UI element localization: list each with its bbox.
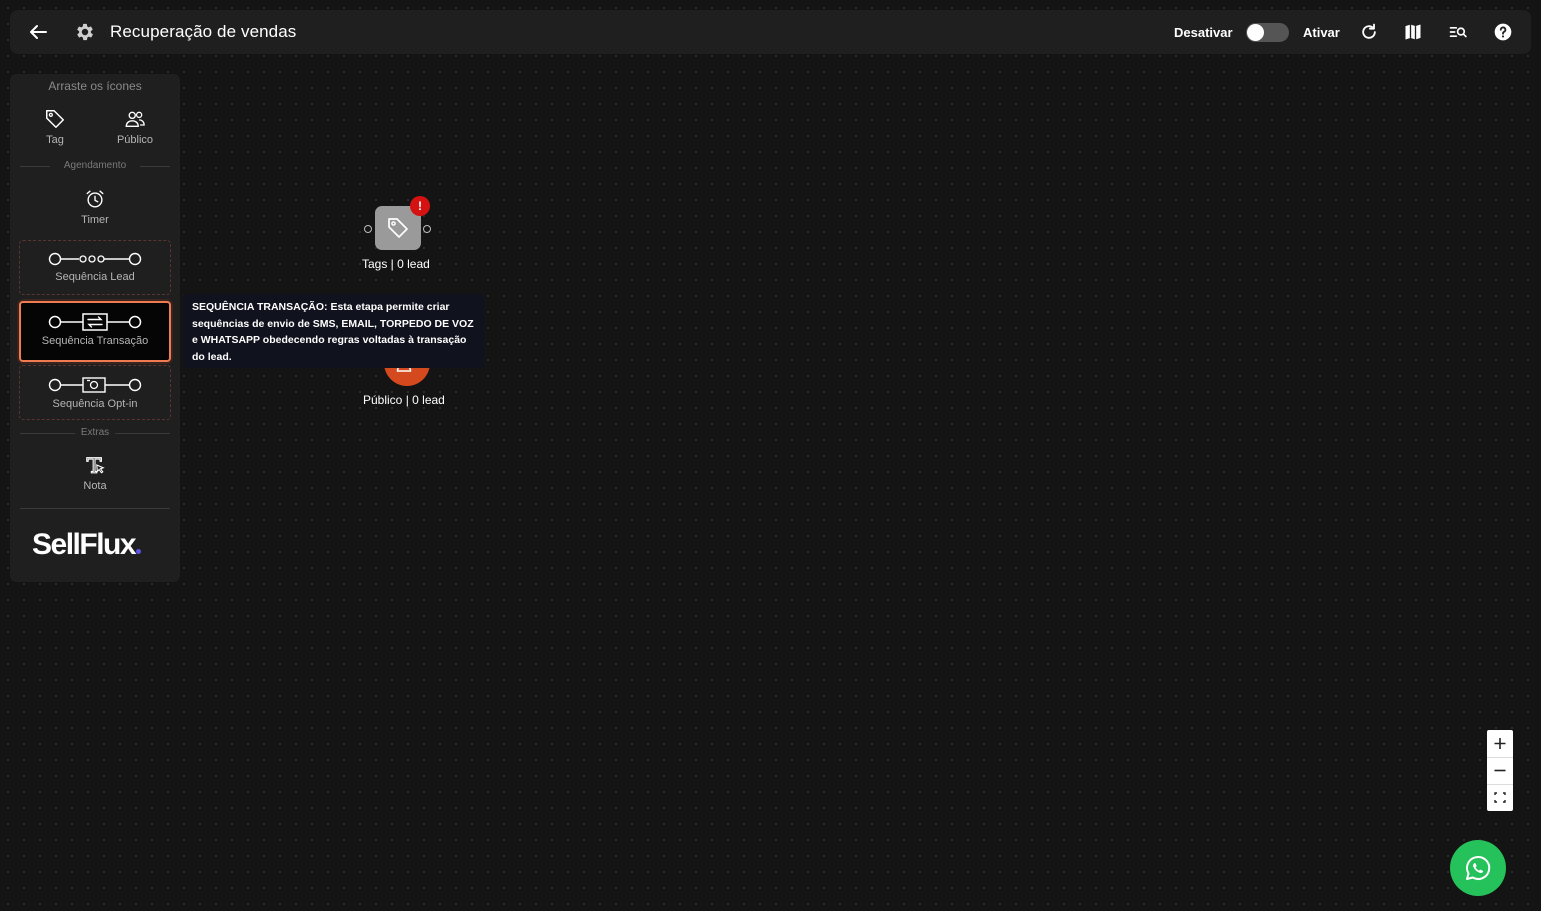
deactivate-label: Desativar (1174, 25, 1233, 40)
sequence-transaction-tooltip: SEQUÊNCIA TRANSAÇÃO: Esta etapa permite … (183, 294, 484, 368)
tool-sequencia-lead[interactable]: Sequência Lead (19, 240, 171, 295)
drag-hint: Arraste os ícones (48, 79, 142, 93)
section-extras: Extras (20, 427, 170, 439)
tool-publico-label: Público (116, 134, 154, 146)
zoom-controls (1487, 730, 1513, 811)
tool-tag-label: Tag (46, 134, 64, 146)
minus-icon (1494, 769, 1506, 772)
back-arrow-icon[interactable] (26, 20, 50, 44)
sidebar-divider (20, 508, 170, 509)
tool-sequencia-optin-label: Sequência Opt-in (52, 398, 138, 410)
tool-sequencia-lead-label: Sequência Lead (55, 271, 135, 283)
tools-sidebar: Arraste os ícones Tag Público Agendament… (10, 74, 180, 582)
tag-icon (46, 110, 64, 128)
toggle-knob (1247, 24, 1264, 41)
gear-icon[interactable] (74, 21, 96, 43)
people-icon (125, 111, 145, 128)
fullscreen-icon (1494, 792, 1506, 803)
plus-icon (1494, 738, 1506, 749)
tool-timer-label: Timer (81, 214, 109, 226)
tool-publico[interactable]: Público (110, 108, 160, 146)
tool-nota-label: Nota (83, 480, 107, 492)
tool-nota[interactable]: Nota (70, 454, 120, 492)
sequence-transaction-icon (48, 313, 142, 331)
sequence-lead-icon (48, 252, 142, 266)
whatsapp-icon (1466, 855, 1491, 880)
help-icon[interactable] (1493, 22, 1513, 42)
error-badge: ! (410, 196, 430, 216)
fit-view-button[interactable] (1487, 784, 1513, 811)
tool-sequencia-transacao-label: Sequência Transação (41, 335, 149, 347)
page-title: Recuperação de vendas (110, 22, 297, 41)
tag-icon (388, 218, 408, 238)
zoom-out-button[interactable] (1487, 757, 1513, 784)
publico-node-label: Público | 0 lead (363, 393, 445, 407)
tool-tag[interactable]: Tag (35, 108, 75, 146)
whatsapp-button[interactable] (1450, 840, 1506, 896)
map-icon[interactable] (1403, 22, 1423, 42)
search-list-icon[interactable] (1448, 22, 1468, 42)
active-toggle[interactable] (1246, 23, 1289, 42)
sellflux-logo: SellFlux (32, 528, 142, 562)
alarm-clock-icon (86, 190, 104, 208)
section-extras-label: Extras (80, 427, 110, 438)
tool-sequencia-optin[interactable]: Sequência Opt-in (19, 365, 171, 420)
section-agendamento-label: Agendamento (63, 160, 127, 171)
tag-node-label: Tags | 0 lead (362, 257, 430, 271)
top-bar: Recuperação de vendas Desativar Ativar (10, 10, 1531, 54)
text-cursor-icon (86, 457, 105, 474)
tool-sequencia-transacao[interactable]: Sequência Transação (19, 301, 171, 362)
zoom-in-button[interactable] (1487, 730, 1513, 757)
sequence-optin-icon (48, 377, 142, 393)
activate-label: Ativar (1303, 25, 1340, 40)
tag-node-output-port[interactable] (423, 225, 431, 233)
tool-timer[interactable]: Timer (70, 188, 120, 226)
tag-node-input-port[interactable] (364, 225, 372, 233)
section-agendamento: Agendamento (20, 160, 170, 172)
refresh-icon[interactable] (1359, 22, 1379, 42)
